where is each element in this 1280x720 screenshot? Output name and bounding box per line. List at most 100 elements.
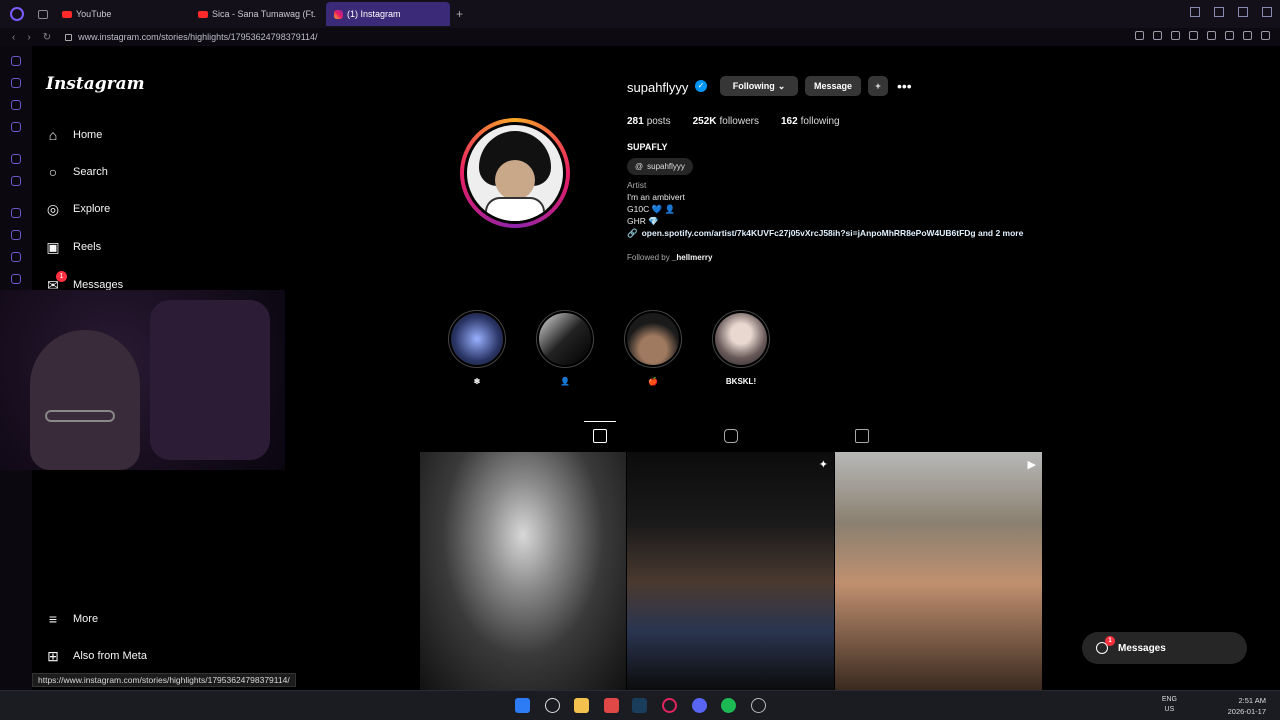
threads-badge[interactable]: @ supahflyyy (627, 158, 693, 175)
opera-logo-icon[interactable] (10, 7, 24, 21)
grid-post[interactable] (420, 452, 626, 690)
sidebar-icon-4[interactable] (11, 122, 21, 132)
reel-icon: ▶ (1027, 459, 1036, 471)
hamburger-icon: ≡ (48, 611, 58, 627)
minimize-icon[interactable] (1214, 7, 1224, 17)
download-icon[interactable] (1243, 31, 1252, 40)
clock-time: 2:51 AM (1238, 696, 1266, 705)
tagged-tab-icon[interactable] (855, 429, 869, 443)
instagram-logo[interactable]: Instagram (46, 74, 145, 94)
search-icon: ○ (48, 164, 58, 180)
profile-stats: 281 posts 252K followers 162 following (627, 116, 840, 127)
nav-home[interactable]: ⌂ Home (44, 126, 103, 144)
back-icon[interactable]: ‹ (12, 32, 15, 43)
highlight-item[interactable]: 👤 (536, 310, 594, 386)
nav-label: More (73, 613, 99, 625)
search-icon[interactable] (545, 698, 560, 713)
shield-icon[interactable] (1171, 31, 1180, 40)
profile-link[interactable]: 🔗 open.spotify.com/artist/7k4KUVFc27j05vX… (627, 228, 1023, 239)
twitch-icon[interactable] (11, 154, 21, 164)
following-stat[interactable]: 162 following (781, 116, 840, 127)
file-explorer-icon[interactable] (574, 698, 589, 713)
grid-post[interactable]: ▶ (835, 452, 1042, 690)
new-tab-button[interactable]: + (456, 7, 463, 21)
browser-tab-youtube[interactable]: YouTube (54, 2, 184, 26)
browser-tab-instagram[interactable]: (1) Instagram (326, 2, 450, 26)
posts-grid-tab-icon[interactable] (593, 429, 607, 443)
followed-by[interactable]: Followed by _hellmerry (627, 253, 712, 262)
grid-post[interactable]: ✦ (627, 452, 834, 690)
windows-taskbar: ENG US 2:51 AM 2026-01-17 (0, 690, 1280, 720)
forward-icon[interactable]: › (27, 32, 30, 43)
verified-badge-icon: ✓ (695, 80, 707, 92)
nav-also-from-meta[interactable]: ⊞ Also from Meta (44, 647, 147, 665)
nav-explore[interactable]: ◎ Explore (44, 200, 110, 218)
address-bar-tools (1135, 31, 1270, 40)
nav-reels[interactable]: ▣ Reels (44, 238, 101, 256)
following-label: Following (732, 81, 775, 91)
followers-stat[interactable]: 252K followers (693, 116, 759, 127)
sidebar-icon-3[interactable] (11, 100, 21, 110)
suggest-user-button[interactable]: + (868, 76, 888, 96)
discord-icon[interactable] (692, 698, 707, 713)
reels-tab-icon[interactable] (724, 429, 738, 443)
message-button[interactable]: Message (805, 76, 861, 96)
messages-badge: 1 (1105, 636, 1115, 646)
nav-more[interactable]: ≡ More (44, 610, 98, 628)
active-tab-indicator (584, 421, 616, 422)
maximize-icon[interactable] (1238, 7, 1248, 17)
tab-menu-icon[interactable] (38, 9, 48, 19)
clock[interactable]: 2:51 AM 2026-01-17 (1228, 695, 1266, 717)
sidebar-icon-9[interactable] (11, 252, 21, 262)
app-icon[interactable] (751, 698, 766, 713)
sidebar-icon-2[interactable] (11, 78, 21, 88)
nav-label: Also from Meta (73, 650, 147, 662)
highlight-cover (627, 313, 679, 365)
url-field[interactable]: www.instagram.com/stories/highlights/179… (78, 32, 317, 42)
search-tabs-icon[interactable] (1190, 7, 1200, 17)
profile-icon[interactable] (1225, 31, 1234, 40)
highlight-ring (448, 310, 506, 368)
options-icon[interactable]: ••• (897, 78, 912, 94)
highlight-ring (712, 310, 770, 368)
nav-search[interactable]: ○ Search (44, 163, 108, 181)
browser-tab-sica[interactable]: Sica - Sana Tumawag (Ft. (190, 2, 320, 26)
instagram-icon (334, 9, 343, 19)
play-icon[interactable] (1189, 31, 1198, 40)
language-indicator[interactable]: ENG US (1162, 695, 1177, 715)
tab-label: YouTube (76, 9, 112, 19)
settings-icon[interactable] (11, 274, 21, 284)
messages-drawer-button[interactable]: 1 Messages (1082, 632, 1247, 664)
history-icon[interactable] (11, 230, 21, 240)
tab-label: (1) Instagram (347, 9, 401, 19)
lock-icon (65, 33, 73, 41)
bookmark-icon[interactable] (1135, 31, 1144, 40)
chevron-down-icon: ⌄ (777, 80, 786, 91)
pin-icon: ✦ (818, 459, 828, 471)
windows-start-icon[interactable] (515, 698, 530, 713)
reload-icon[interactable]: ↻ (43, 32, 51, 43)
x-icon[interactable] (11, 176, 21, 186)
heart-icon[interactable] (1207, 31, 1216, 40)
highlight-ring (624, 310, 682, 368)
opera-gx-icon[interactable] (662, 698, 677, 713)
sidebar-icon-7[interactable] (11, 208, 21, 218)
close-icon[interactable] (1262, 7, 1272, 17)
menu-icon[interactable] (1261, 31, 1270, 40)
brave-icon[interactable] (604, 698, 619, 713)
youtube-icon (198, 10, 208, 18)
profile-avatar[interactable] (464, 122, 566, 224)
messenger-icon: 1 (1096, 636, 1115, 654)
webcam-overlay (0, 290, 285, 470)
highlight-item[interactable]: ❄ (448, 310, 506, 386)
following-button[interactable]: Following ⌄ (720, 76, 798, 96)
steam-icon[interactable] (632, 698, 647, 713)
profile-username: supahflyyy (627, 80, 689, 95)
snapshot-icon[interactable] (1153, 31, 1162, 40)
highlight-item[interactable]: BKSKL! (712, 310, 770, 386)
profile-fullname: SUPAFLY (627, 142, 668, 152)
spotify-icon[interactable] (721, 698, 736, 713)
avatar-face (495, 160, 535, 200)
sidebar-icon-1[interactable] (11, 56, 21, 66)
highlight-item[interactable]: 🍎 (624, 310, 682, 386)
